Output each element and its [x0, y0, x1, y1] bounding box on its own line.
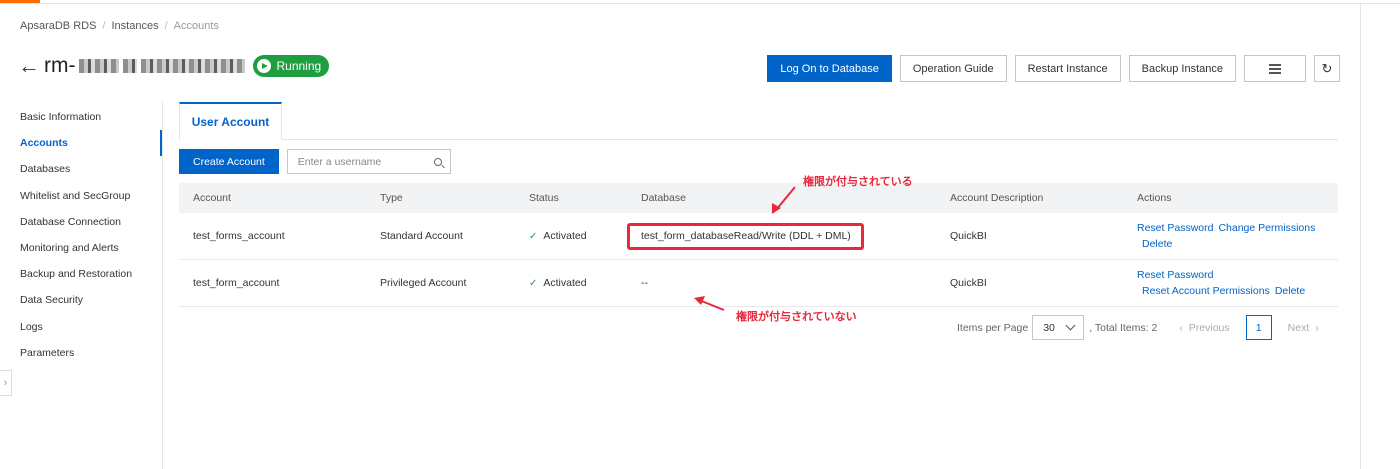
sidebar-item-databases[interactable]: Databases — [0, 156, 162, 182]
column-header-database: Database — [641, 192, 686, 204]
back-arrow-icon[interactable]: ← — [18, 53, 42, 79]
top-actions: Log On to Database Operation Guide Resta… — [767, 55, 1340, 82]
account-actions: Reset Password Change Permissions Delete — [1137, 213, 1315, 259]
sidebar-item-data-security[interactable]: Data Security — [0, 287, 162, 313]
status-badge: Running — [253, 55, 330, 77]
create-account-button[interactable]: Create Account — [179, 149, 279, 174]
play-icon — [257, 59, 272, 73]
check-icon: ✓ — [529, 277, 538, 289]
annotation-granted: 権限が付与されている — [803, 175, 913, 188]
items-per-page-value: 30 — [1043, 321, 1055, 334]
next-label: Next — [1287, 321, 1310, 334]
column-header-status: Status — [529, 192, 559, 204]
instance-name: rm- — [44, 54, 246, 78]
sidebar-item-parameters[interactable]: Parameters — [0, 340, 162, 366]
breadcrumb-item-instances[interactable]: Instances — [111, 20, 158, 32]
accounts-table: Account Type Status Database Account Des… — [179, 183, 1338, 307]
refresh-icon: ↻ — [1321, 60, 1333, 76]
account-name: test_form_account — [193, 277, 280, 289]
breadcrumb: ApsaraDB RDS / Instances / Accounts — [20, 20, 219, 32]
change-permissions-link[interactable]: Change Permissions — [1218, 222, 1315, 235]
items-per-page-label: Items per Page — [957, 321, 1029, 334]
chevron-right-icon: › — [1315, 321, 1319, 334]
sidebar-item-logs[interactable]: Logs — [0, 314, 162, 340]
account-database: -- — [641, 277, 648, 289]
items-per-page-select[interactable]: 30 — [1032, 315, 1085, 340]
username-search-input[interactable] — [297, 155, 434, 168]
refresh-button[interactable]: ↻ — [1314, 55, 1340, 82]
chevron-right-icon: › — [3, 377, 8, 389]
search-box — [286, 149, 451, 174]
sidebar-item-backup[interactable]: Backup and Restoration — [0, 261, 162, 287]
sidebar-divider — [162, 102, 163, 469]
redacted-block — [79, 59, 120, 74]
status-label: Running — [276, 59, 322, 73]
annotation-not-granted: 権限が付与されていない — [736, 310, 857, 323]
instance-header: ← rm- Running — [18, 52, 330, 80]
delete-account-link[interactable]: Delete — [1275, 285, 1305, 298]
chevron-down-icon — [1065, 320, 1076, 331]
page-number-button[interactable]: 1 — [1245, 315, 1272, 340]
next-page-button[interactable]: Next › — [1288, 322, 1319, 334]
right-divider — [1360, 4, 1361, 469]
status-text: Activated — [543, 277, 587, 289]
redacted-block — [123, 59, 138, 74]
account-description: QuickBI — [950, 230, 987, 242]
redacted-block — [141, 59, 246, 74]
account-type: Standard Account — [380, 230, 463, 242]
check-icon: ✓ — [529, 230, 538, 242]
top-bar — [0, 0, 1400, 4]
instance-name-prefix: rm- — [44, 54, 76, 77]
table-row: test_form_account Privileged Account ✓ Ac… — [179, 260, 1338, 307]
reset-password-link[interactable]: Reset Password — [1137, 269, 1213, 282]
log-on-database-button[interactable]: Log On to Database — [767, 55, 892, 82]
account-name: test_forms_account — [193, 230, 285, 242]
column-header-description: Account Description — [950, 192, 1044, 204]
sidebar-item-accounts[interactable]: Accounts — [0, 130, 162, 157]
account-type: Privileged Account — [380, 277, 467, 289]
delete-account-link[interactable]: Delete — [1142, 238, 1172, 251]
more-menu-button[interactable] — [1244, 55, 1306, 82]
pagination: Items per Page 30 , Total Items: 2 ‹ Prev… — [957, 315, 1319, 340]
breadcrumb-separator: / — [164, 20, 168, 32]
column-header-type: Type — [380, 192, 403, 204]
search-icon[interactable] — [433, 157, 442, 166]
tab-user-account[interactable]: User Account — [179, 102, 282, 140]
account-actions: Reset Password Reset Account Permissions… — [1137, 260, 1305, 306]
sidebar-item-basic-information[interactable]: Basic Information — [0, 104, 162, 130]
database-highlight-box — [627, 223, 864, 250]
tab-bar: User Account — [179, 102, 1338, 140]
sidebar-item-monitoring[interactable]: Monitoring and Alerts — [0, 235, 162, 261]
sidebar-item-database-connection[interactable]: Database Connection — [0, 209, 162, 235]
previous-page-button[interactable]: ‹ Previous — [1179, 322, 1229, 334]
chevron-left-icon: ‹ — [1179, 321, 1183, 334]
table-header: Account Type Status Database Account Des… — [179, 183, 1338, 213]
account-description: QuickBI — [950, 277, 987, 289]
reset-account-permissions-link[interactable]: Reset Account Permissions — [1142, 285, 1270, 298]
operation-guide-button[interactable]: Operation Guide — [899, 55, 1007, 82]
total-items: , Total Items: 2 — [1089, 321, 1158, 334]
restart-instance-button[interactable]: Restart Instance — [1014, 55, 1121, 82]
breadcrumb-item-accounts: Accounts — [173, 20, 219, 32]
reset-password-link[interactable]: Reset Password — [1137, 222, 1213, 235]
sidebar: Basic Information Accounts Databases Whi… — [0, 104, 162, 366]
account-status: ✓ Activated — [529, 213, 587, 259]
account-toolbar: Create Account — [179, 149, 451, 174]
backup-instance-button[interactable]: Backup Instance — [1128, 55, 1236, 82]
status-text: Activated — [543, 230, 587, 242]
column-header-account: Account — [193, 192, 231, 204]
breadcrumb-separator: / — [102, 20, 106, 32]
menu-icon — [1269, 63, 1281, 74]
sidebar-collapse-handle[interactable]: › — [0, 370, 12, 396]
column-header-actions: Actions — [1137, 192, 1172, 204]
account-status: ✓ Activated — [529, 260, 587, 306]
breadcrumb-item-rds[interactable]: ApsaraDB RDS — [20, 20, 96, 32]
brand-accent — [0, 0, 40, 3]
sidebar-item-whitelist[interactable]: Whitelist and SecGroup — [0, 183, 162, 209]
previous-label: Previous — [1188, 321, 1230, 334]
